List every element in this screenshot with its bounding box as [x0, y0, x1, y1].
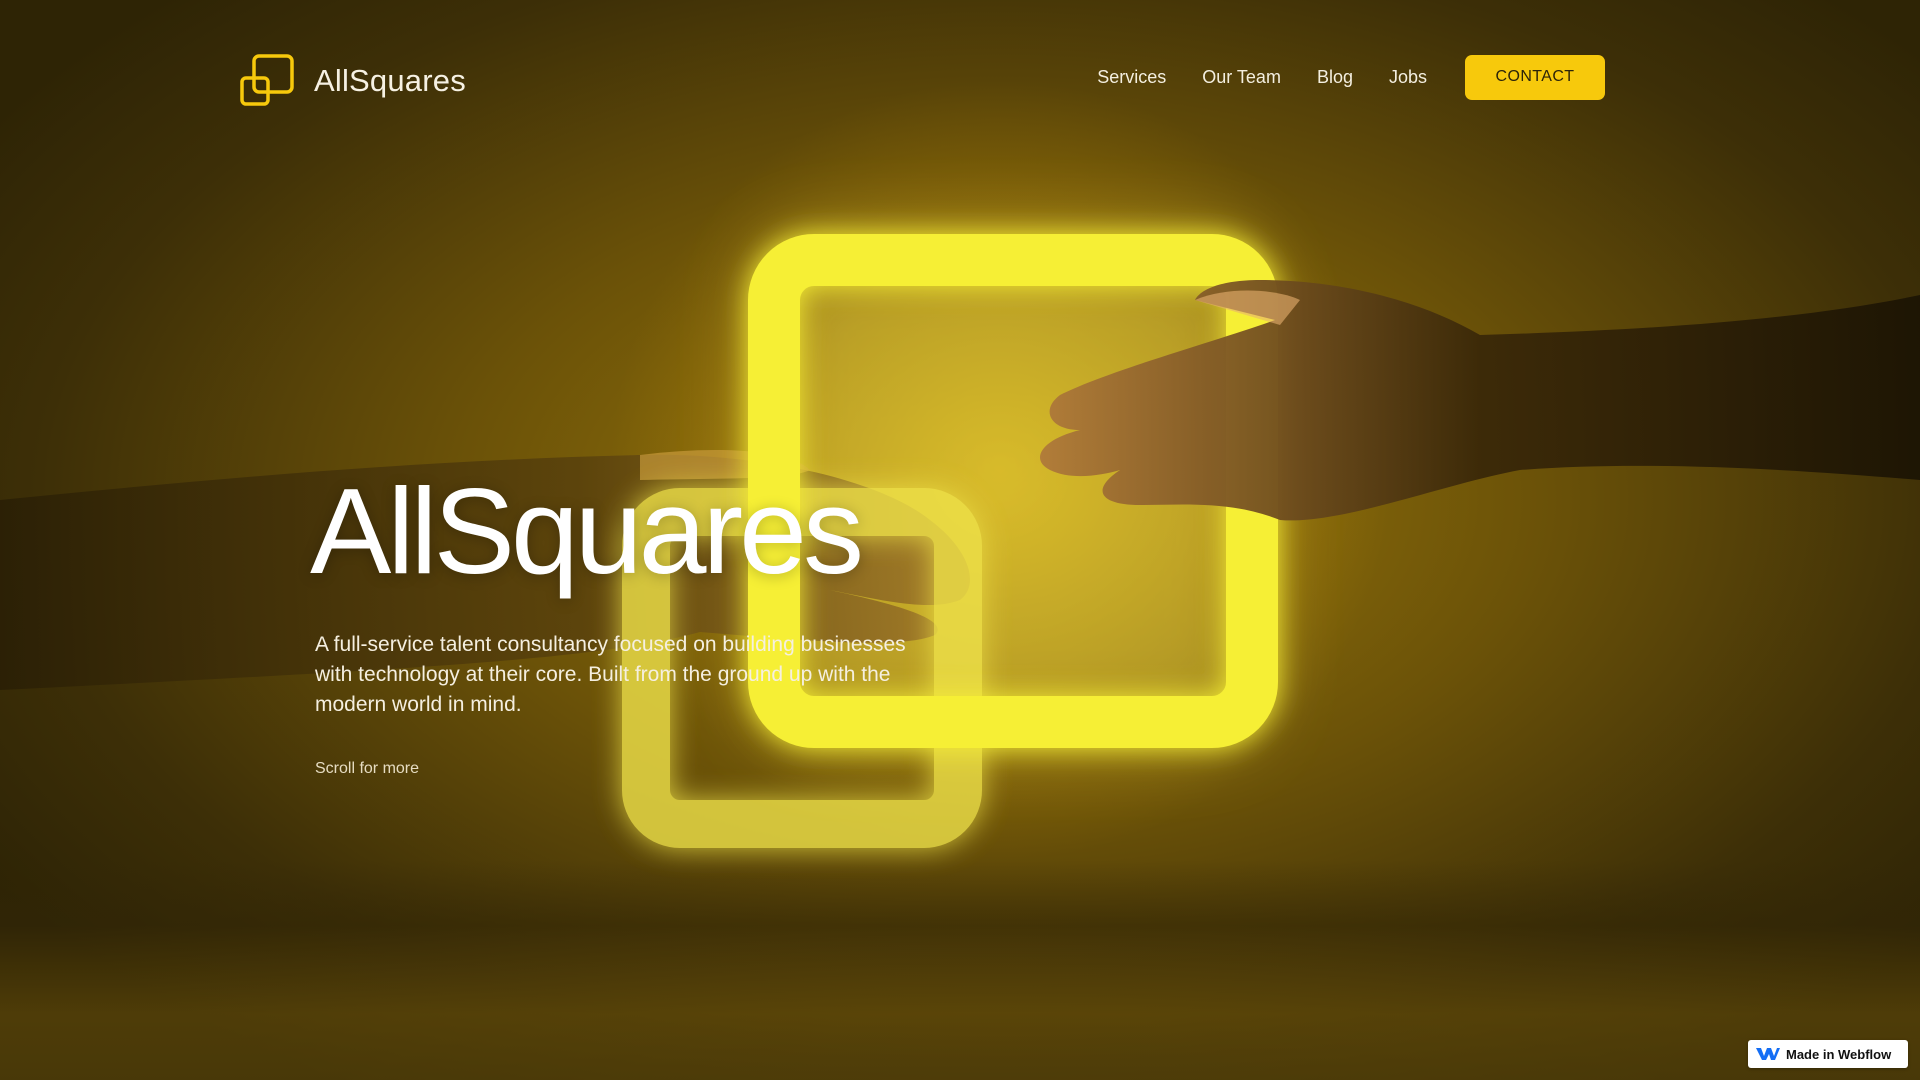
nav-link-our-team[interactable]: Our Team: [1202, 67, 1281, 88]
webflow-logo-icon: [1756, 1048, 1780, 1060]
made-in-webflow-badge[interactable]: Made in Webflow: [1748, 1040, 1908, 1068]
site-header: AllSquares Services Our Team Blog Jobs C…: [240, 54, 1605, 106]
nav-link-blog[interactable]: Blog: [1317, 67, 1353, 88]
main-nav: Services Our Team Blog Jobs CONTACT: [1097, 54, 1605, 100]
contact-button[interactable]: CONTACT: [1465, 54, 1605, 100]
nav-link-services[interactable]: Services: [1097, 67, 1166, 88]
hero-title: AllSquares: [310, 463, 864, 599]
webflow-badge-label: Made in Webflow: [1786, 1046, 1892, 1062]
nav-link-jobs[interactable]: Jobs: [1389, 67, 1427, 88]
two-overlapping-squares-icon: [240, 54, 294, 106]
hero-description: A full-service talent consultancy focuse…: [315, 633, 906, 716]
scroll-for-more-link[interactable]: Scroll for more: [315, 760, 419, 778]
page: AllSquares Services Our Team Blog Jobs C…: [0, 0, 1920, 1080]
floor-shadow: [0, 860, 1920, 1080]
brand-name: AllSquares: [314, 63, 466, 98]
brand-home-link[interactable]: AllSquares: [240, 54, 466, 108]
